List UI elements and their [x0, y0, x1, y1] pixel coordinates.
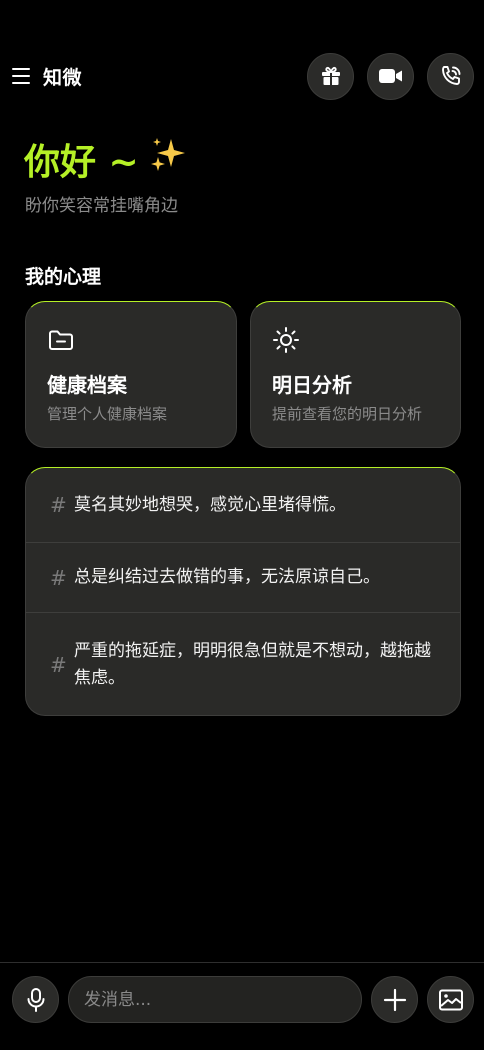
menu-icon[interactable]	[12, 65, 34, 87]
voice-call-button[interactable]	[427, 52, 474, 100]
sun-icon	[273, 327, 299, 353]
topic-item[interactable]: # 莫名其妙地想哭，感觉心里堵得慌。	[26, 468, 460, 543]
video-icon	[378, 69, 402, 83]
topic-text: 总是纠结过去做错的事，无法原谅自己。	[74, 567, 380, 587]
hash-icon: #	[50, 493, 67, 517]
voice-input-button[interactable]	[12, 976, 59, 1023]
tomorrow-analysis-card[interactable]: 明日分析 提前查看您的明日分析	[250, 301, 461, 448]
add-button[interactable]	[371, 976, 418, 1023]
topic-item[interactable]: # 总是纠结过去做错的事，无法原谅自己。	[26, 543, 460, 613]
card-title: 健康档案	[47, 373, 127, 397]
plus-icon	[383, 988, 406, 1011]
gift-icon	[321, 66, 340, 85]
app-title: 知微	[43, 66, 83, 89]
app-root: 知微 你好 ~ 盼你笑容常挂嘴角边 我的心理 健康档案 管理个人健康档案 明日分…	[0, 0, 484, 1050]
sparkles-icon	[149, 135, 189, 184]
card-title: 明日分析	[272, 373, 352, 397]
video-call-button[interactable]	[367, 52, 414, 100]
health-record-card[interactable]: 健康档案 管理个人健康档案	[25, 301, 237, 448]
topic-text: 严重的拖延症，明明很急但就是不想动，越拖越焦虑。	[74, 640, 431, 688]
header-actions	[307, 52, 474, 100]
image-icon	[438, 989, 463, 1010]
card-description: 提前查看您的明日分析	[272, 405, 423, 423]
greeting-title: 你好 ~	[24, 142, 139, 183]
phone-call-icon	[441, 66, 460, 85]
topic-text: 莫名其妙地想哭，感觉心里堵得慌。	[74, 494, 346, 515]
suggested-topics-list: # 莫名其妙地想哭，感觉心里堵得慌。 # 总是纠结过去做错的事，无法原谅自己。 …	[25, 467, 461, 716]
folder-icon	[49, 330, 73, 350]
gift-button[interactable]	[307, 52, 354, 100]
section-title: 我的心理	[25, 266, 102, 288]
composer-bar	[0, 962, 484, 1050]
greeting: 你好 ~	[24, 133, 189, 185]
top-header: 知微	[0, 52, 484, 100]
hash-icon: #	[50, 652, 67, 677]
microphone-icon	[27, 987, 44, 1012]
image-button[interactable]	[427, 976, 474, 1023]
card-description: 管理个人健康档案	[47, 405, 168, 423]
greeting-subtitle: 盼你笑容常挂嘴角边	[25, 196, 178, 216]
topic-item[interactable]: # 严重的拖延症，明明很急但就是不想动，越拖越焦虑。	[26, 613, 460, 715]
hash-icon: #	[50, 565, 67, 590]
message-input[interactable]	[68, 976, 362, 1023]
